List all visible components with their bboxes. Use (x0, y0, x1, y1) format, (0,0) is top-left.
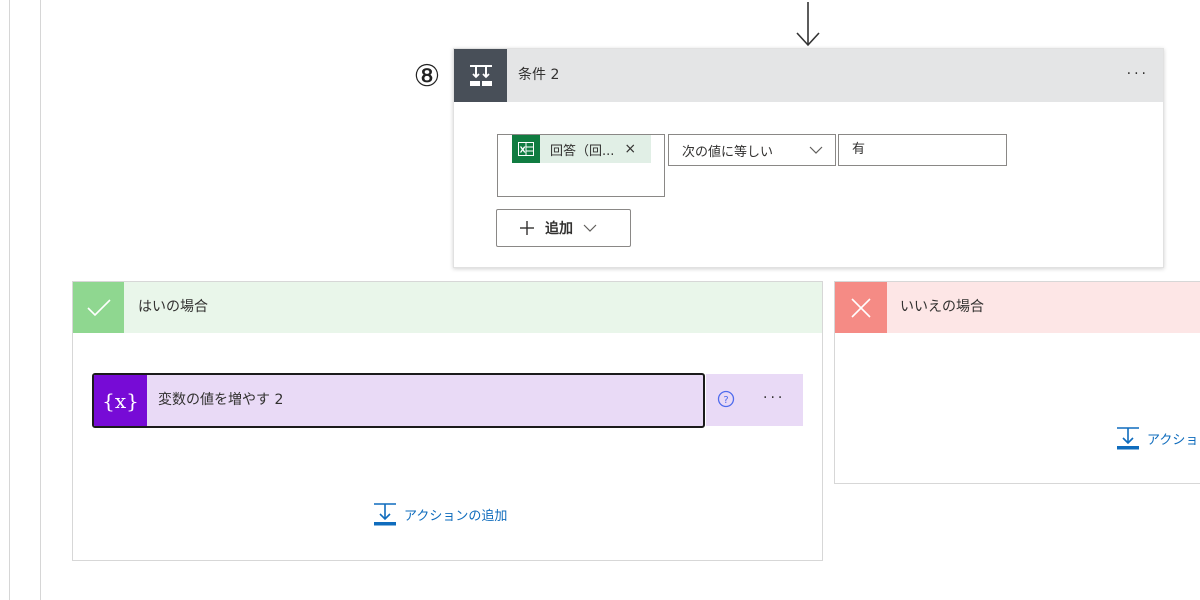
variable-icon: {x} (94, 375, 147, 426)
yes-branch-header[interactable]: はいの場合 (73, 282, 822, 333)
add-action-icon (374, 503, 396, 526)
operator-label: 次の値に等しい (682, 144, 774, 160)
canvas-guide-line (9, 0, 10, 600)
close-icon (835, 282, 887, 333)
add-action-label: アクション (1147, 432, 1200, 448)
svg-text:X: X (520, 146, 527, 155)
add-condition-button[interactable]: 追加 (496, 209, 631, 247)
excel-icon: X (512, 135, 540, 163)
token-label: 回答（回... (550, 143, 615, 159)
dynamic-content-token[interactable]: X 回答（回... × (512, 135, 651, 163)
yes-branch-title: はいの場合 (138, 299, 208, 315)
right-operand-field[interactable]: 有 (838, 134, 1007, 166)
no-branch-title: いいえの場合 (900, 299, 984, 315)
add-button-label: 追加 (545, 221, 573, 237)
flow-designer-canvas: ⑧ 条件 2 ··· X 回答（回... × 次の値に等しい 有 追加 はいの場… (0, 0, 1200, 600)
no-add-action-link[interactable]: アクション (1116, 426, 1200, 450)
action-more-options-button[interactable]: ··· (763, 390, 785, 406)
token-remove-button[interactable]: × (624, 141, 636, 157)
operator-dropdown[interactable]: 次の値に等しい (668, 134, 836, 166)
condition-title: 条件 2 (518, 67, 560, 83)
flow-arrow-down-icon (796, 2, 820, 47)
action-title: 変数の値を増やす 2 (158, 392, 284, 408)
add-action-icon (1117, 427, 1139, 450)
chevron-down-icon (809, 146, 823, 154)
plus-icon (519, 220, 535, 236)
condition-more-options-button[interactable]: ··· (1127, 66, 1149, 82)
add-action-label: アクションの追加 (404, 508, 508, 524)
action-toolbar: ? ··· (706, 374, 803, 426)
help-icon[interactable]: ? (717, 390, 735, 408)
increment-variable-action[interactable]: {x} 変数の値を増やす 2 (92, 373, 705, 428)
yes-add-action-link[interactable]: アクションの追加 (373, 502, 507, 526)
no-branch-header[interactable]: いいえの場合 (835, 282, 1200, 333)
condition-header[interactable]: 条件 2 ··· (454, 49, 1163, 102)
no-branch-card: いいえの場合 アクション (834, 281, 1200, 484)
left-operand-field[interactable]: X 回答（回... × (497, 134, 665, 197)
check-icon (73, 282, 124, 333)
canvas-guide-line (40, 0, 41, 600)
chevron-down-icon (583, 224, 597, 232)
svg-text:?: ? (723, 395, 728, 406)
condition-card: 条件 2 ··· X 回答（回... × 次の値に等しい 有 追加 (453, 48, 1164, 268)
yes-branch-card: はいの場合 {x} 変数の値を増やす 2 ? ··· アクションの追加 (72, 281, 823, 561)
condition-icon (454, 49, 507, 102)
step-number-badge: ⑧ (413, 59, 441, 94)
